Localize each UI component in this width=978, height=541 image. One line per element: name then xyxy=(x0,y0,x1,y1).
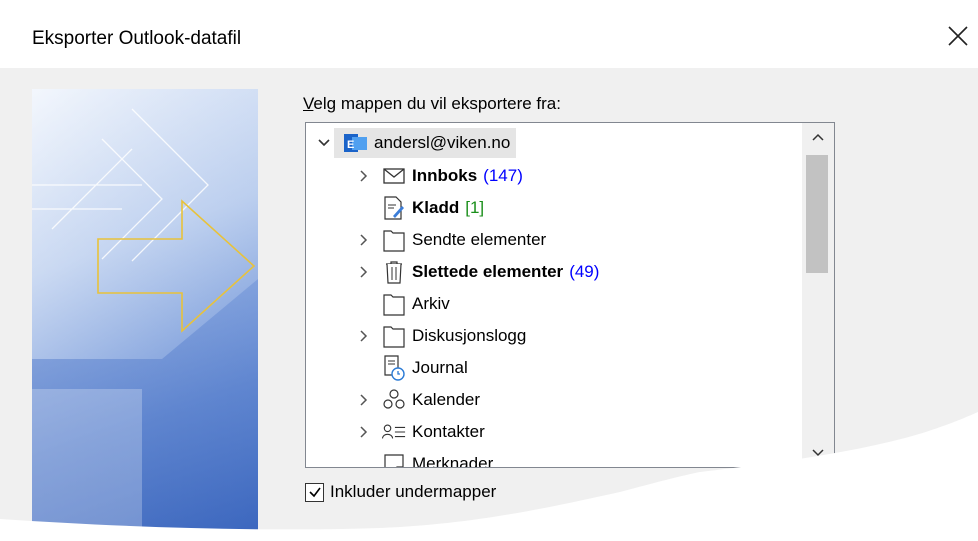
include-subfolders-label: Inkluder undermapper xyxy=(330,482,497,501)
svg-text:E: E xyxy=(347,139,354,151)
folder-prompt-label: Velg mappen du vil eksportere fra: xyxy=(303,94,561,114)
scroll-thumb[interactable] xyxy=(806,155,828,273)
prompt-rest: elg mappen du vil eksportere fra: xyxy=(313,94,561,113)
close-icon[interactable] xyxy=(944,22,972,50)
tree-item-sendte-elementer[interactable]: Sendte elementer xyxy=(354,224,546,256)
folder-icon xyxy=(382,323,406,349)
tree-item-label: Journal xyxy=(412,358,468,377)
wizard-illustration xyxy=(32,89,258,541)
draft-icon xyxy=(382,195,406,221)
tree-item-arkiv[interactable]: Arkiv xyxy=(354,288,450,320)
unread-count: (49) xyxy=(569,262,600,281)
folder-tree[interactable]: E andersl@viken.no Innboks (147) Kladd [1] S… xyxy=(305,122,835,468)
account-label-wrap: E andersl@viken.no xyxy=(334,128,517,158)
chevron-right-icon[interactable] xyxy=(354,230,374,250)
chevron-right-icon[interactable] xyxy=(354,166,374,186)
title-bar: Eksporter Outlook-datafil xyxy=(0,0,978,68)
chevron-right-icon[interactable] xyxy=(354,422,374,442)
tree-item-label: Kalender xyxy=(412,390,481,409)
folder-icon xyxy=(382,227,406,253)
contacts-icon xyxy=(382,419,406,445)
tree-item-kalender[interactable]: Kalender xyxy=(354,384,480,416)
tree-item-merknader[interactable]: Merknader xyxy=(354,448,494,468)
tree-item-journal[interactable]: Journal xyxy=(354,352,468,384)
tree-item-diskusjonslogg[interactable]: Diskusjonslogg xyxy=(354,320,526,352)
prompt-accesskey: V xyxy=(303,94,314,113)
scroll-down-icon[interactable] xyxy=(802,439,834,467)
account-label: andersl@viken.no xyxy=(374,133,511,152)
tree-item-label: Diskusjonslogg xyxy=(412,326,527,345)
tree-item-kladd[interactable]: Kladd [1] xyxy=(354,192,484,224)
tree-item-slettede-elementer[interactable]: Slettede elementer (49) xyxy=(354,256,599,288)
chevron-right-icon[interactable] xyxy=(354,262,374,282)
tree-item-label: Innboks xyxy=(412,166,478,185)
tree-item-label: Kladd xyxy=(412,198,460,217)
checkbox-icon[interactable] xyxy=(305,482,324,502)
tree-scrollbar[interactable] xyxy=(802,123,834,467)
tree-item-label: Kontakter xyxy=(412,422,485,441)
notes-icon xyxy=(382,451,406,467)
exchange-account-icon: E xyxy=(344,130,368,156)
chevron-right-icon[interactable] xyxy=(354,326,374,346)
journal-icon xyxy=(382,355,406,381)
unread-count: [1] xyxy=(465,198,485,217)
dialog-title: Eksporter Outlook-datafil xyxy=(32,28,242,49)
scroll-up-icon[interactable] xyxy=(802,123,834,151)
tree-item-kontakter[interactable]: Kontakter xyxy=(354,416,485,448)
tree-item-innboks[interactable]: Innboks (147) xyxy=(354,160,523,192)
folder-icon xyxy=(382,291,406,317)
mail-icon xyxy=(382,163,406,189)
include-subfolders-checkbox[interactable]: Inkluder undermapper xyxy=(305,482,496,502)
tree-item-label: Sendte elementer xyxy=(412,230,547,249)
tree-item-account[interactable]: E andersl@viken.no xyxy=(314,127,517,159)
unread-count: (147) xyxy=(483,166,523,185)
tree-item-label: Arkiv xyxy=(412,294,450,313)
chevron-down-icon[interactable] xyxy=(314,133,334,153)
chevron-right-icon[interactable] xyxy=(354,390,374,410)
tree-item-label: Merknader xyxy=(412,454,494,468)
trash-icon xyxy=(382,259,406,285)
calendar-icon xyxy=(382,387,406,413)
tree-item-label: Slettede elementer xyxy=(412,262,564,281)
